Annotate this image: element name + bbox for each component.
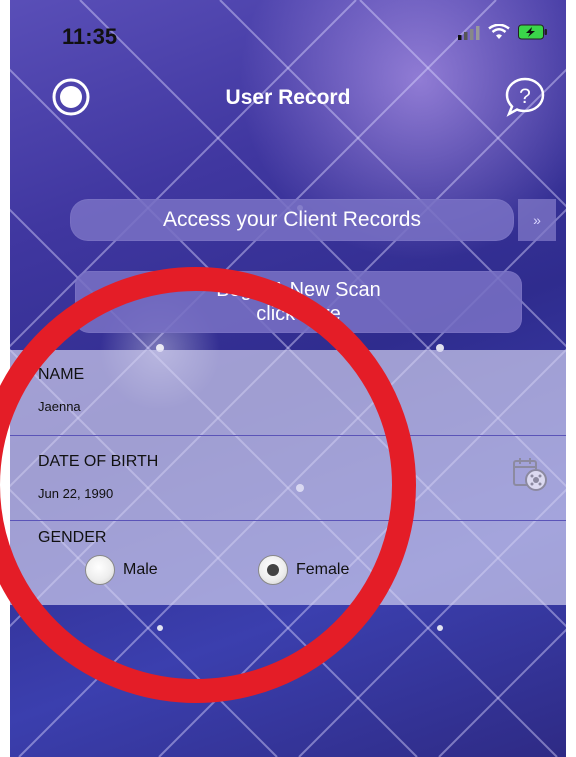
- dob-field[interactable]: Jun 22, 1990: [38, 486, 113, 501]
- nav-bar: User Record ?: [10, 72, 566, 128]
- svg-text:?: ?: [519, 85, 531, 108]
- name-label: NAME: [38, 366, 85, 383]
- dob-label: DATE OF BIRTH: [38, 453, 159, 470]
- dob-divider: [10, 520, 566, 521]
- access-client-records-button[interactable]: Access your Client Records: [70, 199, 514, 241]
- page-title: User Record: [225, 86, 351, 109]
- female-label: Female: [296, 561, 350, 578]
- screenshot-left-edge: [0, 0, 10, 757]
- gender-label: GENDER: [38, 529, 107, 546]
- user-record-form: NAME Jaenna DATE OF BIRTH Jun 22, 1990 G…: [10, 350, 566, 605]
- new-scan-sublabel: click here: [256, 303, 341, 325]
- female-radio[interactable]: [258, 555, 288, 585]
- gender-option-male[interactable]: Male: [85, 555, 158, 585]
- screenshot-right-edge: [566, 0, 576, 757]
- male-label: Male: [123, 561, 158, 578]
- male-radio[interactable]: [85, 555, 115, 585]
- battery-charging-icon: [518, 24, 547, 40]
- wifi-icon: [488, 24, 510, 39]
- help-bubble-icon[interactable]: ?: [504, 76, 546, 118]
- status-bar: 11:35: [10, 0, 566, 66]
- new-scan-button[interactable]: Begin A New Scan click here: [75, 271, 522, 333]
- cellular-signal-icon: [458, 26, 480, 40]
- new-scan-label: Begin A New Scan: [216, 279, 381, 301]
- name-divider: [10, 435, 566, 436]
- app-screen: 11:35 User Record ? Access your Client R…: [0, 0, 576, 757]
- calendar-clock-icon[interactable]: [512, 456, 548, 492]
- status-time: 11:35: [62, 24, 118, 49]
- access-records-arrow-button[interactable]: »: [518, 199, 556, 241]
- gender-option-female[interactable]: Female: [258, 555, 349, 585]
- status-icons: [458, 24, 548, 40]
- name-field[interactable]: Jaenna: [38, 399, 81, 414]
